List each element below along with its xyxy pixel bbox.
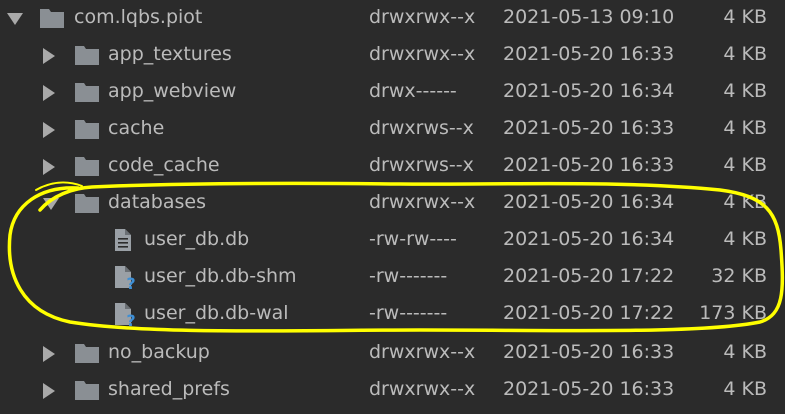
tree-item-label: com.lqbs.piot [74,6,203,28]
tree-row-no-backup[interactable]: no_backup drwxrwx--x 2021-05-20 16:33 4 … [0,335,785,372]
tree-row-com-lqbs-piot[interactable]: com.lqbs.piot drwxrwx--x 2021-05-13 09:1… [0,0,785,37]
permissions-cell: drwxrws--x [369,154,474,176]
tree-row-user-db-shm[interactable]: ? user_db.db-shm -rw------- 2021-05-20 1… [0,259,785,296]
folder-icon [39,6,65,30]
permissions-cell: drwxrwx--x [369,43,476,65]
permissions-cell: drwx------ [369,80,457,102]
date-cell: 2021-05-20 17:22 [503,265,675,287]
permissions-cell: drwxrwx--x [369,6,476,28]
tree-row-cache[interactable]: cache drwxrws--x 2021-05-20 16:33 4 KB [0,111,785,148]
tree-item-label: user_db.db-wal [144,302,289,324]
size-cell: 173 KB [699,302,767,324]
file-tree: com.lqbs.piot drwxrwx--x 2021-05-13 09:1… [0,0,785,414]
tree-row-databases[interactable]: databases drwxrwx--x 2021-05-20 16:34 4 … [0,185,785,222]
folder-icon [74,80,100,104]
tree-row-user-db[interactable]: user_db.db -rw-rw---- 2021-05-20 16:34 4… [0,222,785,259]
tree-item-label: user_db.db-shm [144,265,297,287]
permissions-cell: -rw-rw---- [369,228,457,250]
permissions-cell: -rw------- [369,265,448,287]
date-cell: 2021-05-20 16:33 [503,43,675,65]
folder-icon [74,378,100,402]
chevron-right-icon[interactable] [43,48,55,64]
chevron-down-icon[interactable] [43,198,59,210]
unknown-file-icon: ? [111,265,137,293]
size-cell: 4 KB [723,43,767,65]
size-cell: 4 KB [723,228,767,250]
size-cell: 4 KB [723,154,767,176]
folder-icon [74,154,100,178]
date-cell: 2021-05-20 16:34 [503,80,675,102]
chevron-down-icon[interactable] [7,13,23,25]
tree-row-code-cache[interactable]: code_cache drwxrws--x 2021-05-20 16:33 4… [0,148,785,185]
permissions-cell: -rw------- [369,302,448,324]
size-cell: 4 KB [723,80,767,102]
permissions-cell: drwxrws--x [369,117,474,139]
chevron-right-icon[interactable] [43,383,55,399]
tree-item-label: databases [108,191,206,213]
date-cell: 2021-05-13 09:10 [503,6,675,28]
chevron-right-icon[interactable] [43,85,55,101]
tree-item-label: app_webview [108,80,237,102]
date-cell: 2021-05-20 16:33 [503,117,675,139]
tree-item-label: cache [108,117,165,139]
tree-row-app-textures[interactable]: app_textures drwxrwx--x 2021-05-20 16:33… [0,37,785,74]
folder-icon [74,341,100,365]
size-cell: 4 KB [723,117,767,139]
size-cell: 4 KB [723,6,767,28]
size-cell: 4 KB [723,341,767,363]
chevron-right-icon[interactable] [43,159,55,175]
tree-row-user-db-wal[interactable]: ? user_db.db-wal -rw------- 2021-05-20 1… [0,296,785,333]
folder-icon [74,191,100,215]
permissions-cell: drwxrwx--x [369,341,476,363]
folder-icon [74,43,100,67]
permissions-cell: drwxrwx--x [369,378,476,400]
tree-item-label: no_backup [108,341,210,363]
size-cell: 4 KB [723,191,767,213]
date-cell: 2021-05-20 16:33 [503,341,675,363]
svg-text:?: ? [126,311,135,326]
unknown-file-icon: ? [111,302,137,330]
date-cell: 2021-05-20 16:33 [503,378,675,400]
chevron-right-icon[interactable] [43,346,55,362]
size-cell: 4 KB [723,378,767,400]
chevron-right-icon[interactable] [43,122,55,138]
tree-row-shared-prefs[interactable]: shared_prefs drwxrwx--x 2021-05-20 16:33… [0,372,785,409]
date-cell: 2021-05-20 16:33 [503,154,675,176]
date-cell: 2021-05-20 16:34 [503,228,675,250]
tree-item-label: app_textures [108,43,232,65]
permissions-cell: drwxrwx--x [369,191,476,213]
tree-item-label: user_db.db [144,228,250,250]
tree-item-label: shared_prefs [108,378,230,400]
size-cell: 32 KB [711,265,767,287]
date-cell: 2021-05-20 17:22 [503,302,675,324]
svg-text:?: ? [126,274,135,289]
file-icon [111,228,137,252]
tree-row-app-webview[interactable]: app_webview drwx------ 2021-05-20 16:34 … [0,74,785,111]
date-cell: 2021-05-20 16:34 [503,191,675,213]
folder-icon [74,117,100,141]
tree-item-label: code_cache [108,154,220,176]
